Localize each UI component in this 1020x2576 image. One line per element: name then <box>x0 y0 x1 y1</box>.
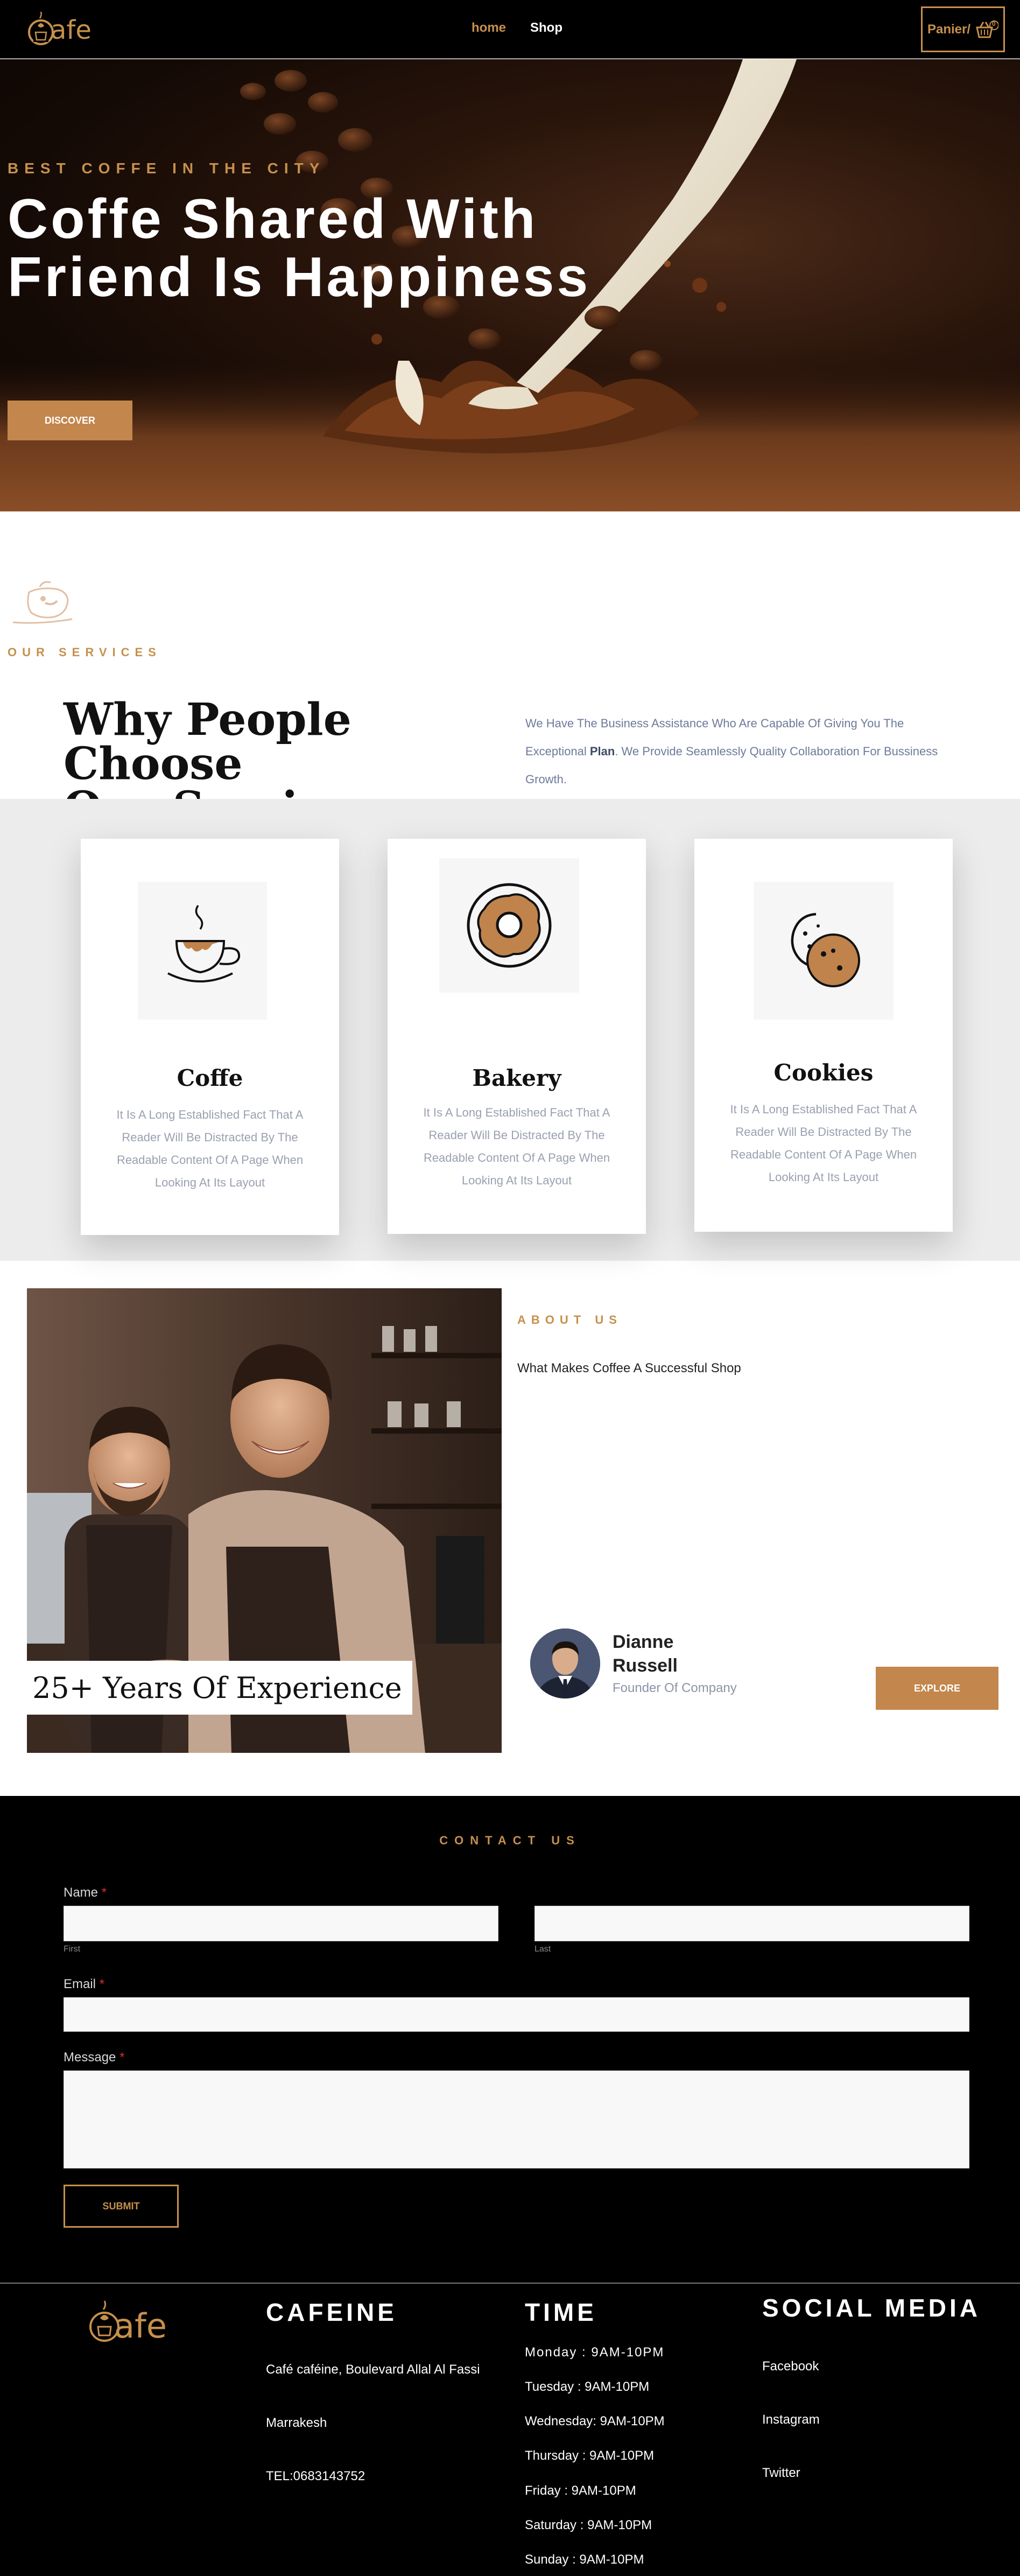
contact-section: CONTACT US Name * First Last Email * Mes… <box>0 1796 1020 2283</box>
footer-address: Café caféine, Boulevard Allal Al Fassi <box>266 2362 480 2377</box>
founder-avatar <box>530 1629 600 1698</box>
services-title-line-1: Why People Choose <box>64 694 351 790</box>
last-name-input[interactable] <box>534 1906 969 1941</box>
hours-thursday: Thursday : 9AM-10PM <box>525 2448 655 2463</box>
message-textarea[interactable] <box>64 2070 969 2168</box>
service-card-cookies: Cookies It Is A Long Established Fact Th… <box>694 839 953 1232</box>
logo-text: afe <box>51 15 92 45</box>
founder-name-line-2: Russell <box>613 1655 678 1676</box>
hours-tuesday: Tuesday : 9AM-10PM <box>525 2380 650 2394</box>
site-footer: afe CAFEINE Café caféine, Boulevard Alla… <box>0 2283 1020 2576</box>
services-description: We Have The Business Assistance Who Are … <box>525 710 945 794</box>
services-kicker: OUR SERVICES <box>8 645 161 659</box>
email-label-text: Email <box>64 1977 96 1991</box>
footer-social-heading: SOCIAL MEDIA <box>762 2294 981 2322</box>
hours-saturday: Saturday : 9AM-10PM <box>525 2518 652 2532</box>
instagram-link[interactable]: Instagram <box>762 2412 820 2427</box>
cookie-icon <box>791 913 860 987</box>
card-title: Cookies <box>773 1059 874 1086</box>
brand-logo[interactable]: afe <box>26 10 96 48</box>
card-title: Coffe <box>177 1065 243 1091</box>
card-icon-box <box>439 858 579 993</box>
card-title: Bakery <box>472 1065 561 1091</box>
donut-icon <box>467 883 552 968</box>
explore-button[interactable]: EXPLORE <box>876 1667 998 1710</box>
name-label-text: Name <box>64 1885 99 1900</box>
card-icon-box <box>754 882 894 1020</box>
hours-monday: Monday : 9AM-10PM <box>525 2345 665 2360</box>
contact-kicker: CONTACT US <box>439 1834 581 1847</box>
nav-shop-link[interactable]: Shop <box>530 20 562 36</box>
footer-brand-heading: CAFEINE <box>266 2298 397 2326</box>
facebook-link[interactable]: Facebook <box>762 2359 819 2374</box>
hand-drawn-coffee-icon <box>12 581 73 624</box>
footer-time-heading: TIME <box>525 2298 597 2326</box>
services-cards-band: Coffe It Is A Long Established Fact That… <box>0 799 1020 1261</box>
required-mark: * <box>99 1977 105 1991</box>
footer-logo-text: afe <box>114 2306 167 2346</box>
first-name-input[interactable] <box>64 1906 498 1941</box>
message-label-text: Message <box>64 2050 116 2065</box>
service-card-coffe: Coffe It Is A Long Established Fact That… <box>81 839 339 1235</box>
hero-title-line-1: Coffe Shared With <box>8 188 538 250</box>
founder-name-line-1: Dianne <box>613 1632 674 1652</box>
coffee-cup-icon <box>167 905 241 982</box>
hours-sunday: Sunday : 9AM-10PM <box>525 2552 644 2567</box>
footer-phone: TEL:0683143752 <box>266 2469 365 2483</box>
service-card-bakery: Bakery It Is A Long Established Fact Tha… <box>388 839 646 1234</box>
email-input[interactable] <box>64 1997 969 2032</box>
name-label: Name * <box>64 1885 107 1900</box>
footer-city: Marrakesh <box>266 2416 327 2430</box>
last-hint: Last <box>534 1945 551 1954</box>
hours-wednesday: Wednesday: 9AM-10PM <box>525 2414 665 2428</box>
card-icon-box <box>138 882 267 1020</box>
cart-label: Panier/ <box>927 22 971 37</box>
hero-kicker: BEST COFFE IN THE CITY <box>8 160 326 177</box>
footer-logo[interactable]: afe <box>86 2298 183 2346</box>
founder-name: Dianne Russell <box>613 1630 720 1677</box>
hero-title-line-2: Friend Is Happiness <box>8 246 591 308</box>
hours-friday: Friday : 9AM-10PM <box>525 2483 636 2498</box>
card-text: It Is A Long Established Fact That A Rea… <box>116 1108 304 1189</box>
basket-icon: 0 <box>974 19 1000 40</box>
submit-button[interactable]: SUBMIT <box>64 2185 179 2228</box>
card-text: It Is A Long Established Fact That A Rea… <box>730 1103 917 1184</box>
about-kicker: ABOUT US <box>517 1313 622 1326</box>
required-mark: * <box>101 1885 107 1900</box>
about-subtitle: What Makes Coffee A Successful Shop <box>517 1361 741 1375</box>
hero-title: Coffe Shared With Friend Is Happiness <box>8 190 600 306</box>
nav-home-link[interactable]: home <box>472 20 506 36</box>
twitter-link[interactable]: Twitter <box>762 2466 800 2481</box>
top-navbar: afe home Shop Panier/ 0 <box>0 0 1020 59</box>
card-text: It Is A Long Established Fact That A Rea… <box>423 1106 610 1187</box>
email-label: Email * <box>64 1977 104 1992</box>
hero-section: BEST COFFE IN THE CITY Coffe Shared With… <box>0 59 1020 511</box>
founder-role: Founder Of Company <box>613 1681 737 1695</box>
cart-count-badge: 0 <box>992 19 996 27</box>
message-label: Message * <box>64 2050 124 2065</box>
experience-badge: 25+ Years Of Experience <box>27 1661 412 1715</box>
services-desc-bold: Plan <box>589 745 615 758</box>
cart-button[interactable]: Panier/ 0 <box>921 6 1005 52</box>
required-mark: * <box>119 2050 125 2065</box>
discover-button[interactable]: DISCOVER <box>8 401 132 440</box>
first-hint: First <box>64 1945 81 1954</box>
